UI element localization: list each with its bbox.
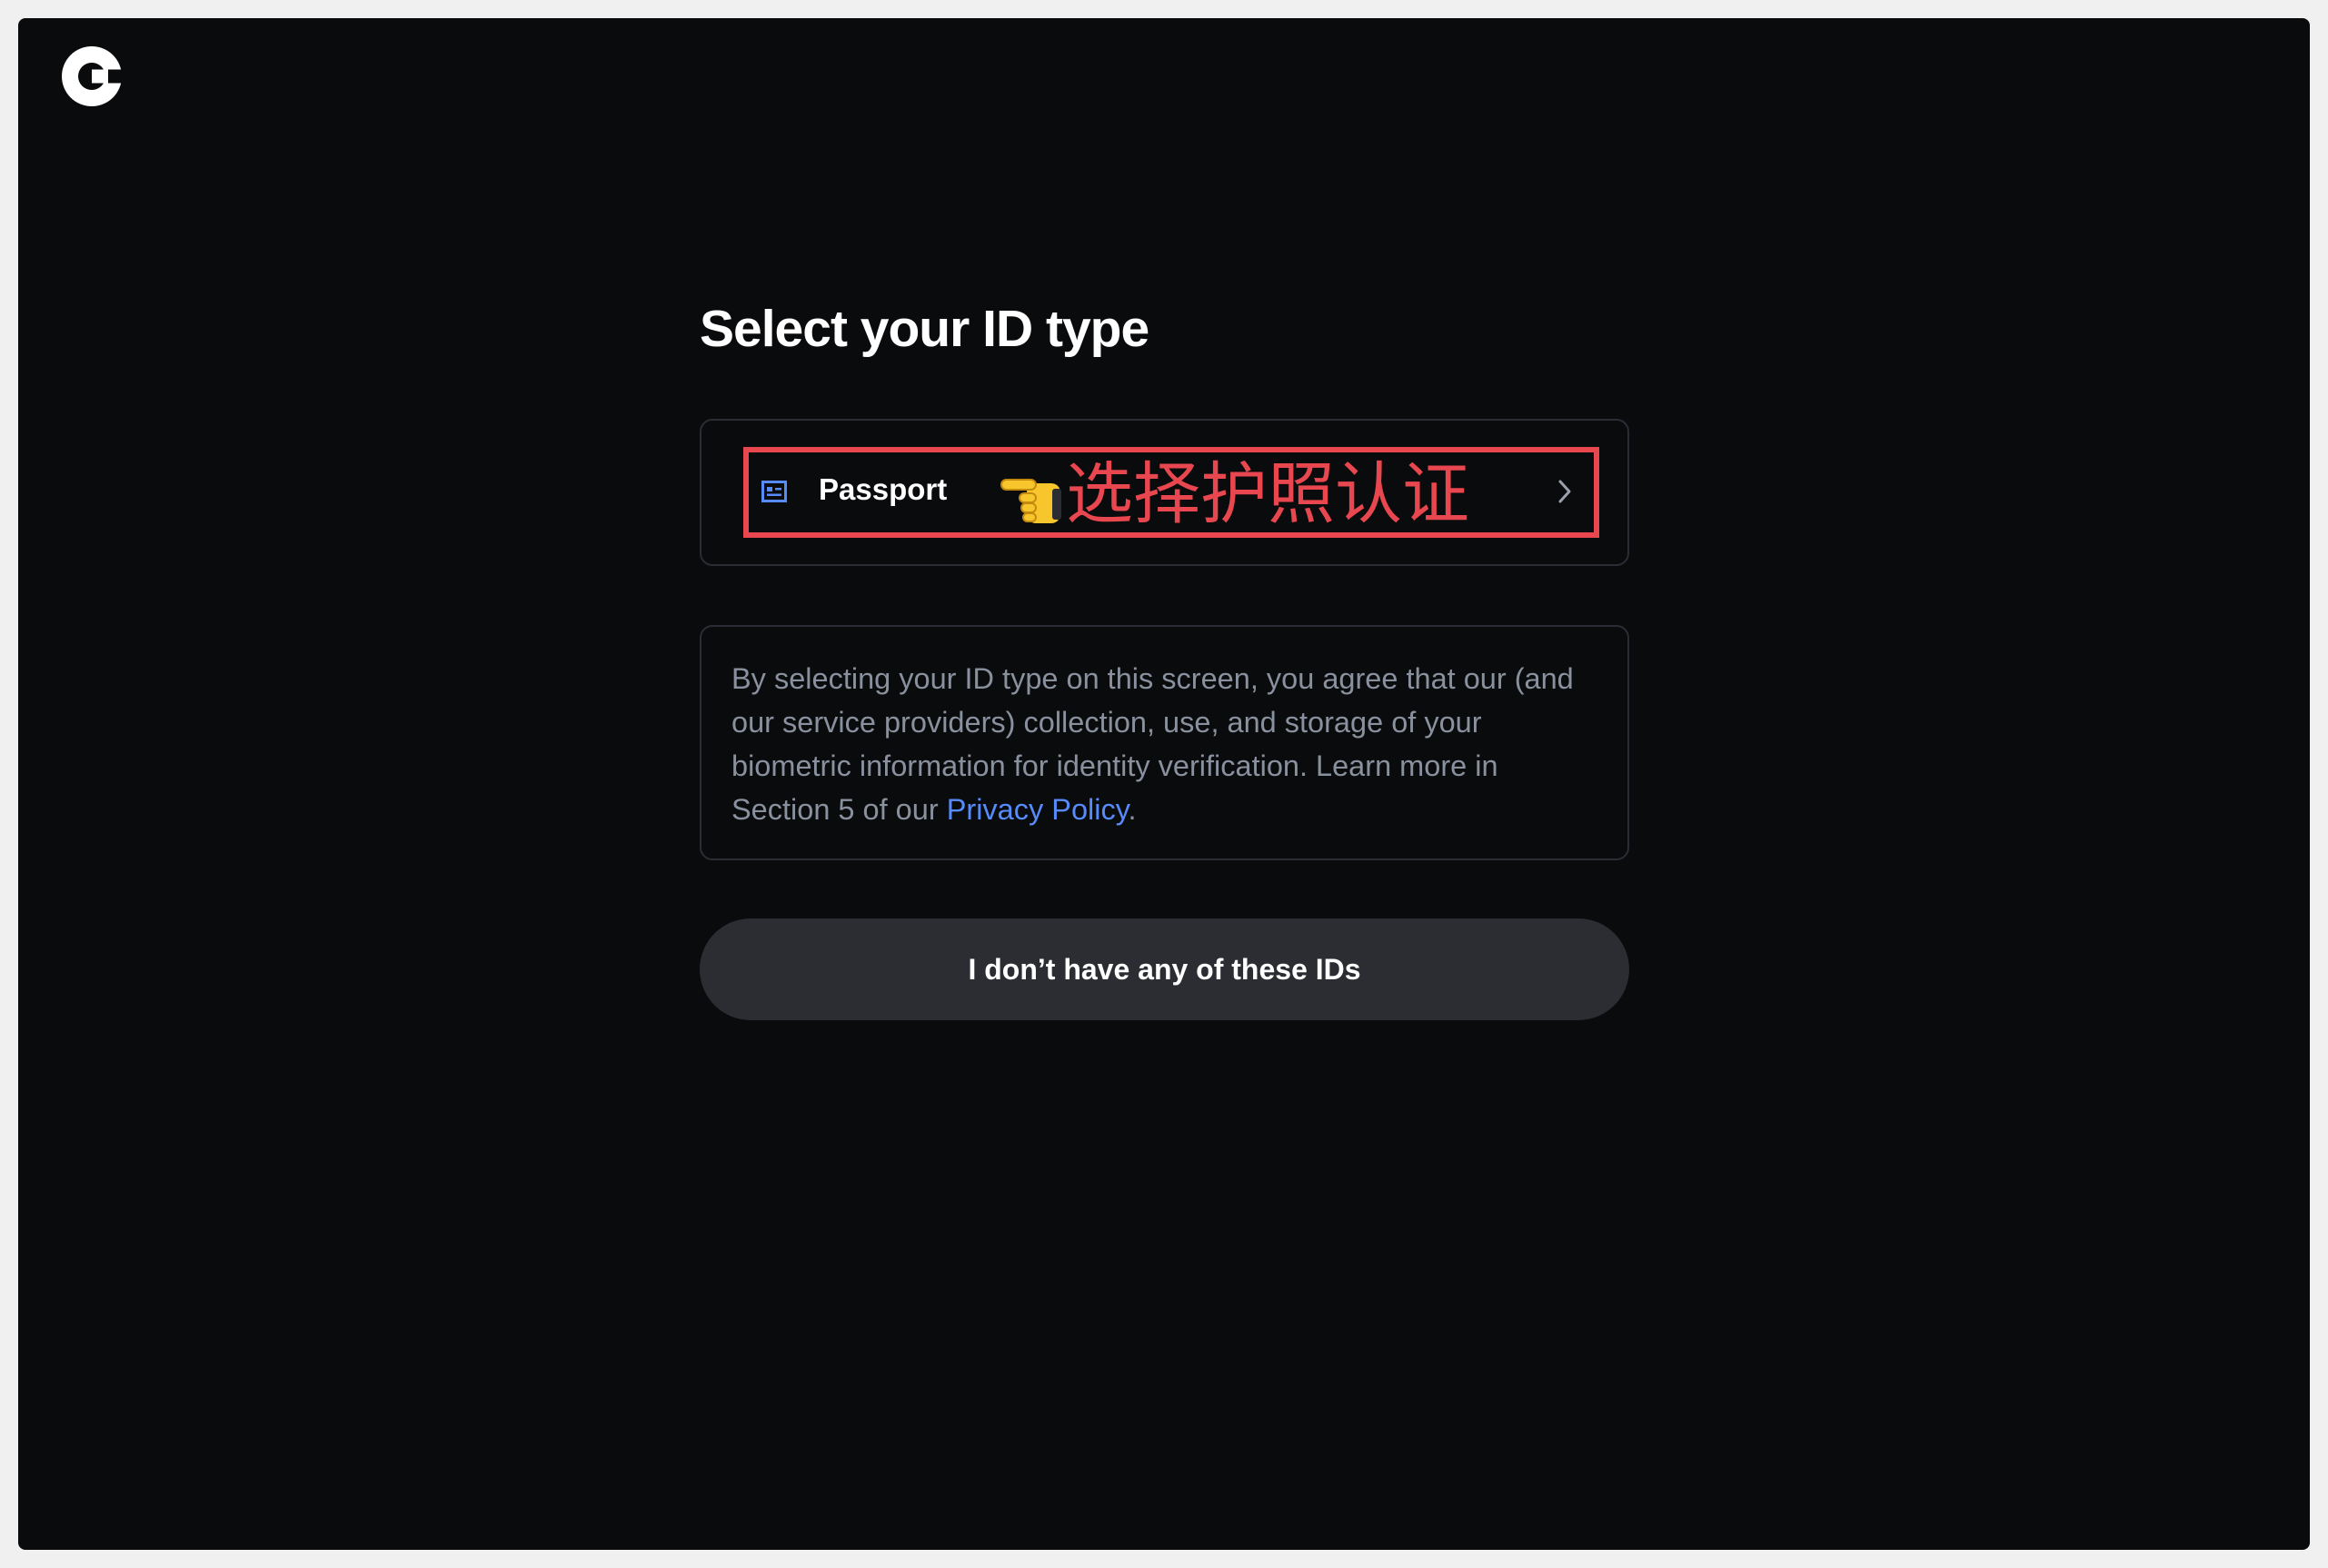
consent-text: By selecting your ID type on this screen… bbox=[731, 657, 1600, 831]
passport-label: Passport bbox=[819, 472, 948, 506]
privacy-policy-link[interactable]: Privacy Policy bbox=[947, 793, 1129, 826]
consent-suffix: . bbox=[1128, 793, 1137, 826]
id-card-icon bbox=[761, 481, 787, 502]
annotation-label: 选择护照认证 bbox=[1066, 455, 1469, 533]
pointing-hand-icon bbox=[1000, 463, 1063, 529]
app-window: Select your ID type Passport By selectin… bbox=[18, 18, 2310, 1550]
consent-body: By selecting your ID type on this screen… bbox=[731, 662, 1574, 826]
chevron-right-icon bbox=[1557, 478, 1572, 505]
consent-notice-card: By selecting your ID type on this screen… bbox=[700, 625, 1629, 860]
page-title: Select your ID type bbox=[700, 300, 1149, 358]
no-id-button[interactable]: I don’t have any of these IDs bbox=[700, 918, 1629, 1020]
coinbase-logo-icon[interactable] bbox=[62, 46, 122, 106]
